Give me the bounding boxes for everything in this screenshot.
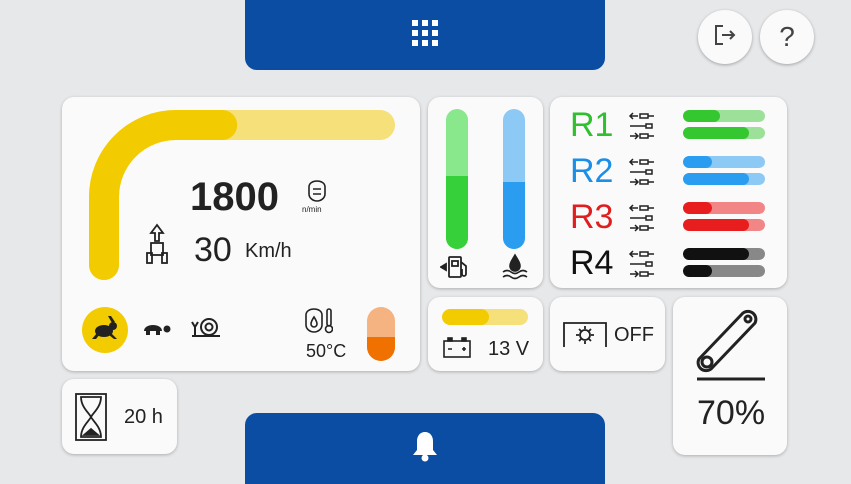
oil-temperature-icon bbox=[303, 307, 334, 340]
rabbit-icon bbox=[90, 315, 120, 346]
rpm-unit: n/min bbox=[302, 205, 322, 214]
help-label: ? bbox=[779, 21, 795, 52]
oil-level-bar bbox=[367, 307, 395, 361]
hydraulic-connector-icon bbox=[626, 157, 656, 192]
battery-level-bar bbox=[442, 309, 528, 325]
speed-unit: Km/h bbox=[245, 240, 292, 262]
remote-flow-bar-top bbox=[683, 248, 765, 260]
remote-flow-bar-bottom bbox=[683, 173, 765, 185]
adblue-icon bbox=[500, 253, 530, 286]
remote-row-r4[interactable]: R4 bbox=[550, 244, 787, 284]
remote-flow-bar-top bbox=[683, 156, 765, 168]
hours-card: 20 h bbox=[62, 379, 177, 454]
speed-value: 30 bbox=[194, 231, 232, 269]
pto-state: OFF bbox=[614, 324, 654, 346]
hourglass-icon bbox=[75, 393, 107, 446]
remote-label: R2 bbox=[570, 152, 614, 190]
fuel-pump-icon bbox=[439, 253, 472, 286]
speed-mode-rabbit-button[interactable] bbox=[82, 307, 128, 353]
remote-row-r2[interactable]: R2 bbox=[550, 152, 787, 192]
hydraulic-connector-icon bbox=[626, 111, 656, 146]
remote-label: R1 bbox=[570, 106, 614, 144]
hitch-percent: 70% bbox=[697, 394, 766, 432]
engine-card: 1800 n/min 30 Km/h 50°C bbox=[62, 97, 420, 371]
battery-icon bbox=[442, 337, 472, 364]
remotes-card: R1 R2 R3 R4 bbox=[550, 97, 787, 288]
hitch-arm-icon bbox=[691, 307, 769, 388]
battery-voltage: 13 V bbox=[488, 338, 530, 360]
rpm-value: 1800 bbox=[190, 175, 279, 219]
tractor-speed-icon bbox=[144, 223, 170, 270]
battery-card: 13 V bbox=[428, 297, 543, 371]
remote-flow-bar-top bbox=[683, 202, 765, 214]
remote-row-r3[interactable]: R3 bbox=[550, 198, 787, 238]
hours-value: 20 h bbox=[124, 406, 163, 428]
remote-flow-bar-bottom bbox=[683, 127, 765, 139]
alarms-tab[interactable] bbox=[245, 413, 605, 484]
remote-flow-bar-bottom bbox=[683, 219, 765, 231]
pto-card[interactable]: OFF bbox=[550, 297, 665, 371]
remote-flow-bar-top bbox=[683, 110, 765, 122]
grid-menu-icon bbox=[411, 19, 439, 52]
hydraulic-connector-icon bbox=[626, 249, 656, 284]
tanks-card bbox=[428, 97, 543, 288]
hitch-card: 70% bbox=[673, 297, 787, 455]
remote-flow-bar-bottom bbox=[683, 265, 765, 277]
fuel-level-bar bbox=[446, 109, 468, 249]
turtle-icon[interactable] bbox=[140, 319, 172, 342]
help-button[interactable]: ? bbox=[760, 10, 814, 64]
adblue-level-bar bbox=[503, 109, 525, 249]
oil-temperature-value: 50°C bbox=[306, 341, 347, 361]
snail-icon[interactable] bbox=[190, 315, 222, 344]
top-menu-tab[interactable] bbox=[245, 0, 605, 70]
remote-row-r1[interactable]: R1 bbox=[550, 106, 787, 146]
logout-button[interactable] bbox=[698, 10, 752, 64]
logout-icon bbox=[712, 22, 738, 53]
remote-label: R3 bbox=[570, 198, 614, 236]
hydraulic-connector-icon bbox=[626, 203, 656, 238]
remote-label: R4 bbox=[570, 244, 614, 282]
pto-gear-icon bbox=[563, 321, 607, 354]
bell-icon bbox=[410, 430, 440, 467]
